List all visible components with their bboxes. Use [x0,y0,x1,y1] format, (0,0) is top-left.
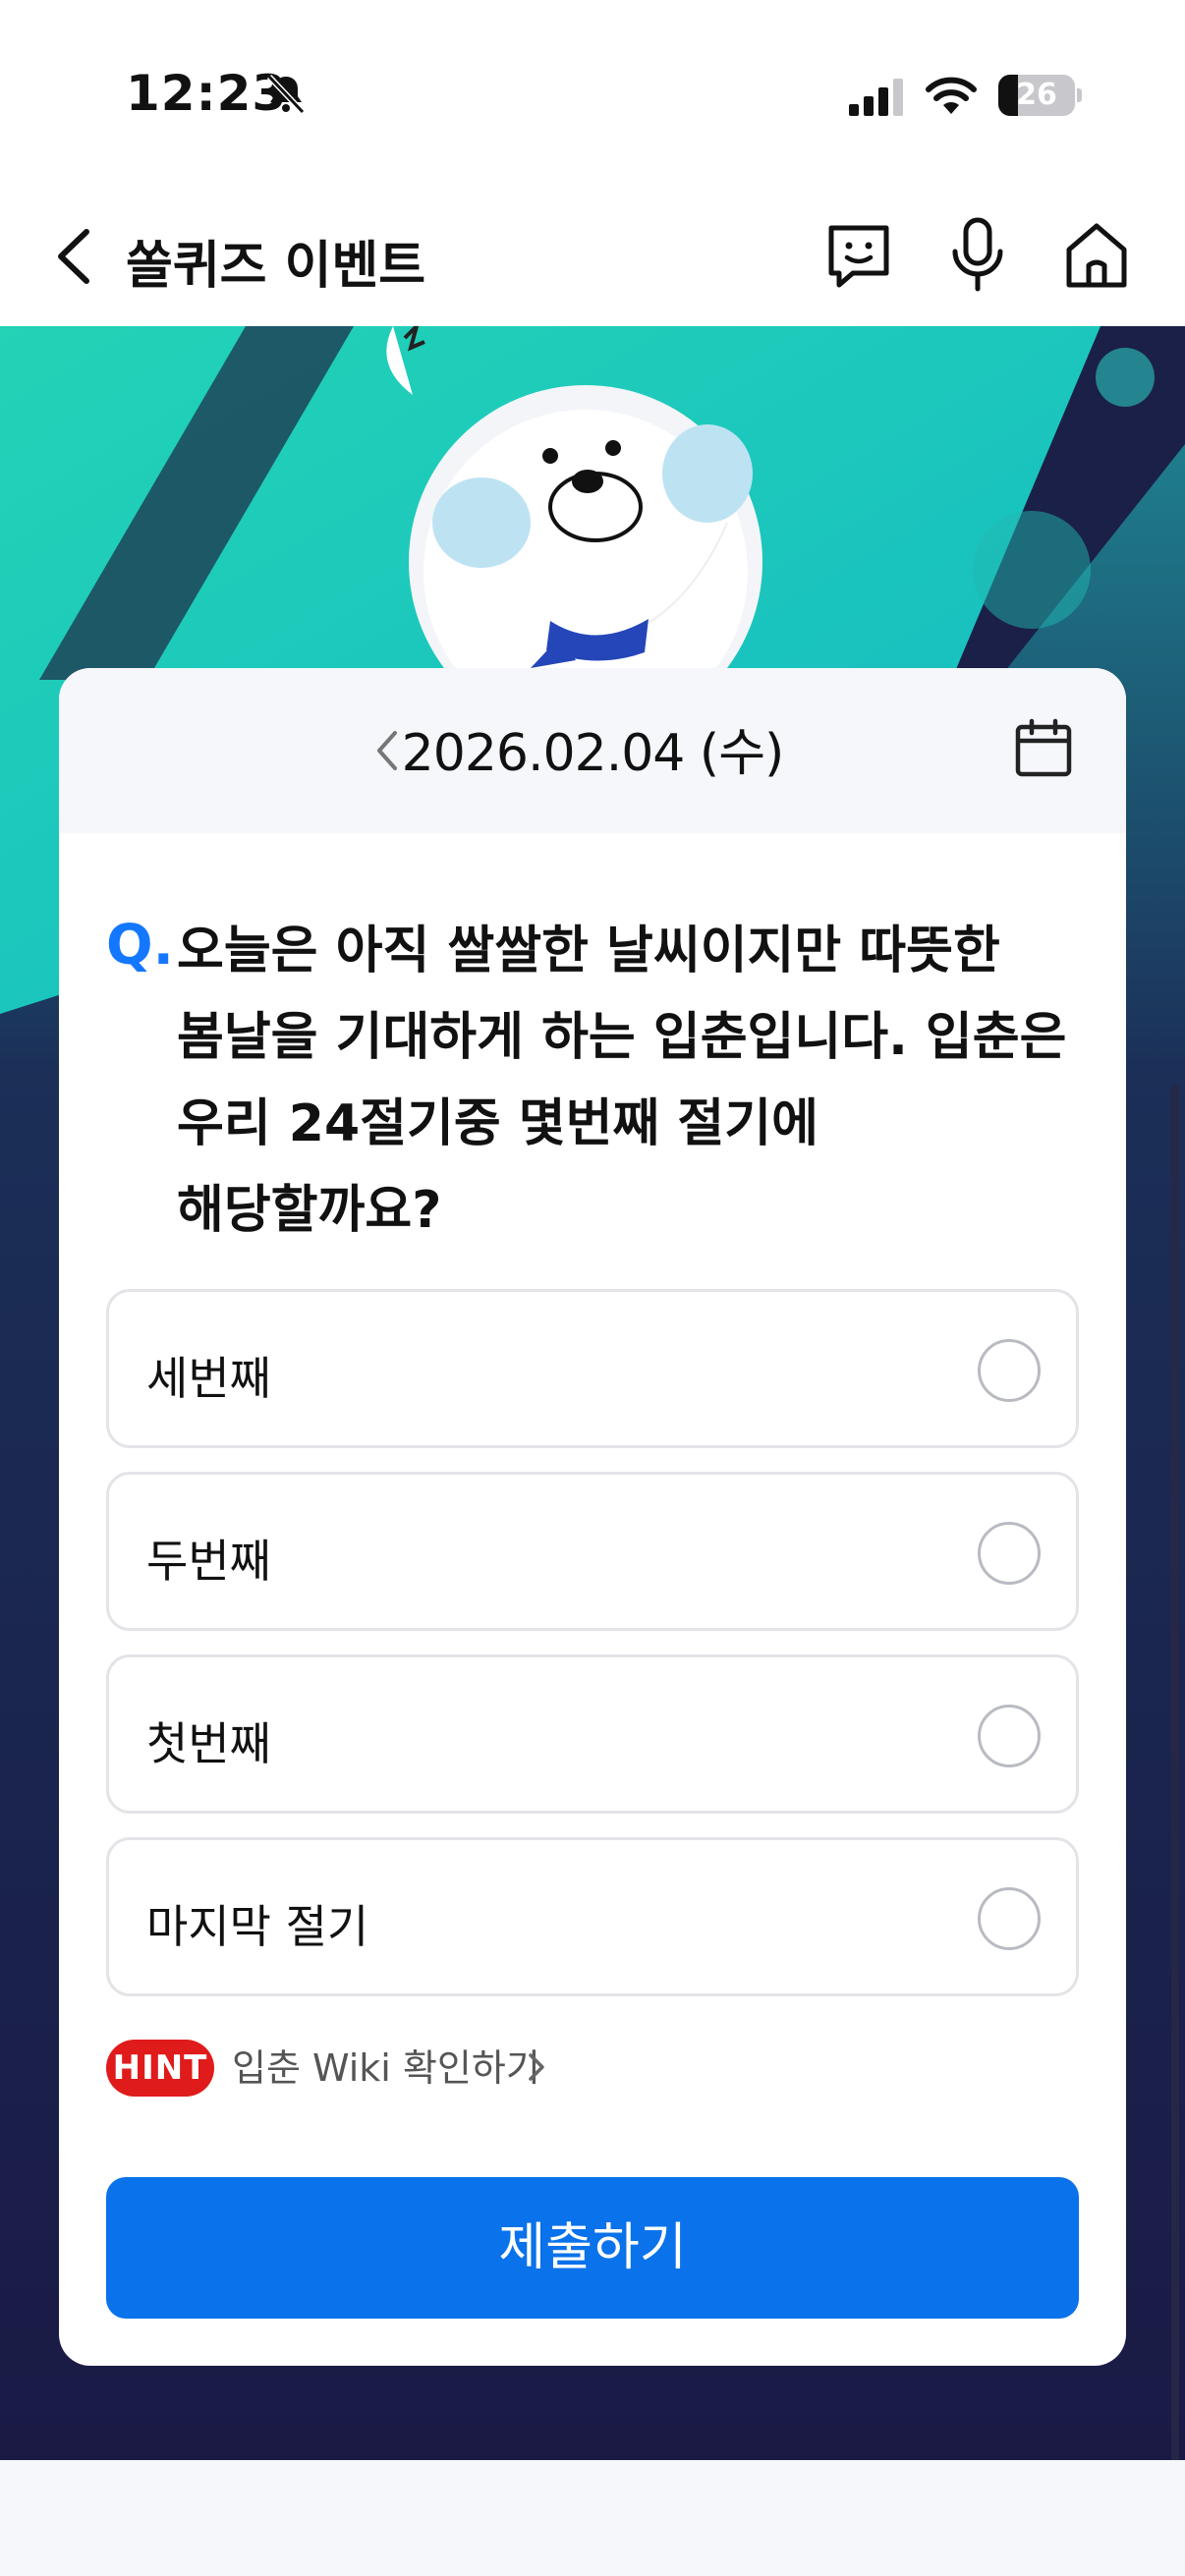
scroll-indicator[interactable] [1171,1085,1179,2460]
question-text: 오늘은 아직 쌀쌀한 날씨이지만 따뜻한 봄날을 기대하게 하는 입춘입니다. … [177,922,1067,1240]
submit-label: 제출하기 [498,2219,687,2276]
question-prefix: Q. [106,914,174,978]
status-bar: 12:23 26 [0,0,1185,187]
answer-option-1[interactable]: 세번째 [106,1289,1079,1448]
back-icon[interactable] [51,226,96,287]
answer-option-label: 두번째 [146,1535,271,1588]
submit-button[interactable]: 제출하기 [106,2177,1079,2319]
radio-button[interactable] [978,1339,1041,1402]
battery-level-text: 26 [1016,78,1057,112]
quiz-date: 2026.02.04 (수) [401,724,785,783]
bear-mascot-illustration [386,326,762,670]
answer-option-4[interactable]: 마지막 절기 [106,1837,1079,1996]
bell-muted-icon [266,74,306,115]
page-title: 쏠퀴즈 이벤트 [126,237,426,296]
chat-icon[interactable] [823,220,894,291]
radio-button[interactable] [978,1522,1041,1585]
radio-button[interactable] [978,1887,1041,1950]
answer-option-3[interactable]: 첫번째 [106,1654,1079,1814]
date-bar: 2026.02.04 (수) [59,668,1126,833]
battery-indicator: 26 [998,75,1082,116]
nav-header: 쏠퀴즈 이벤트 [0,187,1185,326]
hint-wiki-link[interactable]: 입춘 Wiki 확인하기 [232,2044,540,2093]
bottom-area [0,2460,1185,2576]
mic-icon[interactable] [943,216,1012,295]
radio-button[interactable] [978,1705,1041,1767]
answer-option-label: 첫번째 [146,1717,271,1770]
answer-option-label: 세번째 [146,1352,271,1405]
cellular-signal-icon [849,79,903,116]
wifi-icon [926,77,977,114]
calendar-icon[interactable] [1012,717,1075,780]
answer-option-2[interactable]: 두번째 [106,1472,1079,1631]
quiz-card: 2026.02.04 (수) Q. 오늘은 아직 쌀쌀한 날씨이지만 따뜻한 봄… [59,668,1126,2366]
home-icon[interactable] [1061,218,1132,293]
answer-option-label: 마지막 절기 [146,1900,369,1953]
